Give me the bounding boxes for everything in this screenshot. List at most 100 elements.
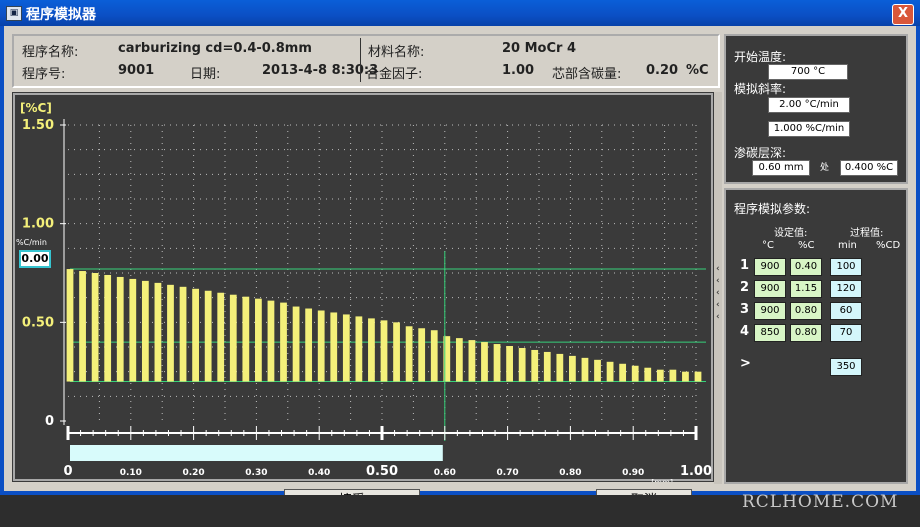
carbon-bar [116,276,124,382]
carbon-bar [217,292,225,382]
set-temp-cell[interactable]: 900 [754,258,786,276]
case-carbon-field[interactable]: 0.400 %C [840,160,898,176]
carbon-bar [192,288,199,382]
start-temp-label: 开始温度: [734,50,787,64]
process-value-label: 过程值: [850,228,884,239]
x-tick-label: 1.00 [680,464,712,479]
process-min-cell[interactable]: 60 [830,302,862,320]
chevron-left-icon[interactable]: ‹ [716,264,720,274]
x-tick-label: 0.30 [245,468,267,478]
carbon-bar [569,355,576,382]
carbon-bar [455,338,463,382]
program-number-value: 9001 [118,63,155,78]
process-min-cell[interactable]: 120 [830,280,862,298]
set-carbon-cell[interactable]: 0.80 [790,324,822,342]
right-settings-panel: 开始温度: 700 °C 模拟斜率: 2.00 °C/min 1.000 %C/… [724,34,908,484]
carbon-bar [292,306,300,382]
x-tick-label: 0.70 [496,468,518,478]
carbon-bar [619,363,627,382]
core-carbon-value: 0.20 [646,63,679,78]
carbon-bar [255,298,262,382]
case-depth-field[interactable]: 0.60 mm [752,160,810,176]
chevron-left-icon[interactable]: ‹ [716,312,720,322]
carbon-bar [355,316,363,382]
carbon-bar [154,282,162,382]
y-tick-label: 1.00 [22,217,54,232]
carbon-bar [468,340,476,382]
set-temp-cell[interactable]: 900 [754,302,786,320]
carbon-bar [669,369,677,382]
row-number: 3 [740,302,750,317]
process-min-cell[interactable]: 100 [830,258,862,276]
x-tick-label: 0.60 [434,468,456,478]
title-bar: ▣ 程序模拟器 X [0,0,920,26]
program-name-value: carburizing cd=0.4-0.8mm [118,41,312,56]
window-frame-right [916,26,920,495]
set-carbon-cell[interactable]: 1.15 [790,280,822,298]
chevron-left-icon[interactable]: ‹ [716,276,720,286]
carbon-profile-chart: 1.50 1.00 0.50 0 [%C] 0 0.10 0.20 0.30 0.40 0.50 0.… [12,92,714,487]
x-axis-label: [mm] [651,478,673,482]
carbon-bar [481,342,488,382]
process-min-cell[interactable]: 70 [830,324,862,342]
row-number: 1 [740,258,750,273]
alloy-factor-value: 1.00 [502,63,535,78]
carbon-bar [380,320,388,382]
carbon-bar [141,280,149,382]
current-step-arrow: > [740,356,751,371]
carbon-bar [594,359,601,382]
carbon-bar [393,322,400,382]
carbon-bar [267,300,275,382]
window-app-icon: ▣ [6,6,22,21]
col-temp-header: °C [762,240,774,251]
rate-value-box: 0.00 [19,250,51,268]
carbon-bar [342,314,350,382]
carbon-bar [204,290,212,382]
carbon-bar [405,326,413,382]
slope-temp-field[interactable]: 2.00 °C/min [768,97,850,113]
set-carbon-cell[interactable]: 0.80 [790,302,822,320]
y-tick-label: 0 [45,414,54,429]
carbon-bar [518,347,526,382]
set-value-label: 设定值: [774,228,808,239]
carbon-bar [606,361,614,382]
carbon-bar [493,344,501,382]
carbon-bar [66,269,74,382]
total-time-cell[interactable]: 350 [830,358,862,376]
carbon-bar [694,371,702,382]
chevron-left-icon[interactable]: ‹ [716,288,720,298]
material-value: 20 MoCr 4 [502,41,577,56]
progress-bar-fill [70,445,443,461]
alloy-factor-label: 合金因子: [366,67,423,82]
carbon-bar [531,349,539,382]
carbon-bar [631,365,639,382]
start-temp-field[interactable]: 700 °C [768,64,848,80]
set-temp-cell[interactable]: 850 [754,324,786,342]
case-depth-label: 渗碳层深: [734,146,787,160]
carbon-bar [644,367,652,382]
carbon-bar [229,294,237,382]
date-label: 日期: [190,67,221,82]
core-carbon-unit: %C [686,63,709,78]
chevron-left-icon[interactable]: ‹ [716,300,720,310]
program-number-label: 程序号: [22,67,66,82]
carbon-bar [305,308,313,382]
carbon-bar [179,286,187,382]
carbon-bar [543,351,551,382]
simulation-params-group: 程序模拟参数: 设定值: 过程值: °C %C min %CD 1 900 0.… [724,188,908,484]
core-carbon-label: 芯部含碳量: [552,67,622,82]
carbon-bar [556,353,564,382]
carbon-bar [682,371,689,382]
x-tick-label: 0.80 [559,468,581,478]
carbon-bar [167,284,174,382]
close-button[interactable]: X [892,4,914,25]
set-temp-cell[interactable]: 900 [754,280,786,298]
x-tick-label: 0.10 [120,468,142,478]
at-label: 处 [820,163,830,173]
set-carbon-cell[interactable]: 0.40 [790,258,822,276]
carbon-bar [506,346,513,382]
slope-carbon-field[interactable]: 1.000 %C/min [768,121,850,137]
rate-label: %C/min [16,238,47,247]
program-name-label: 程序名称: [22,45,79,60]
carbon-bar [79,271,86,382]
